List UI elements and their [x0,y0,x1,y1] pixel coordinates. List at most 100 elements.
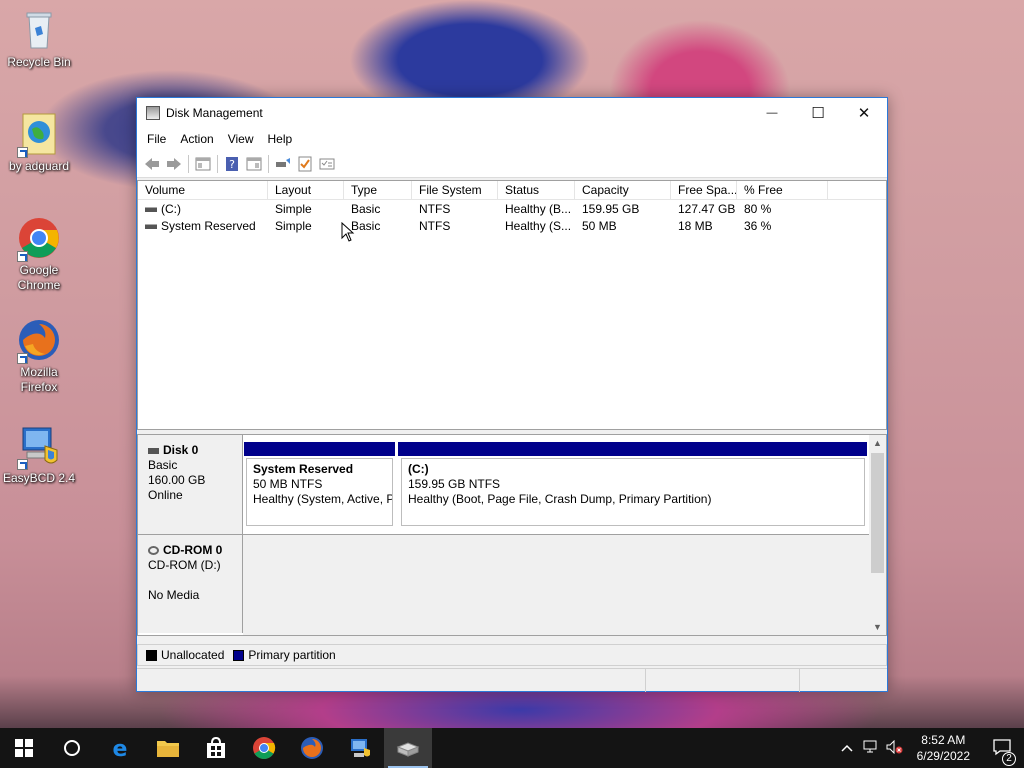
volume-icon [145,224,157,230]
taskbar-store[interactable] [192,728,240,768]
menu-bar: File Action View Help [137,128,887,150]
disk-0-name: Disk 0 [163,443,199,457]
cdrom-0-label[interactable]: CD-ROM 0 CD-ROM (D:) No Media [138,535,243,633]
clock-date: 6/29/2022 [916,749,970,763]
properties-list-icon[interactable] [316,153,338,175]
edge-icon: e [113,737,128,760]
column-header-layout[interactable]: Layout [268,181,344,199]
capacity-cell: 159.95 GB [582,202,640,216]
show-hide-console-tree-icon[interactable] [192,153,214,175]
back-arrow-icon[interactable] [141,153,163,175]
menu-action[interactable]: Action [173,132,220,146]
column-header-type[interactable]: Type [344,181,412,199]
minimize-button[interactable]: — [749,98,795,128]
column-header-status[interactable]: Status [498,181,575,199]
partition-name: (C:) [408,462,429,476]
partition-c[interactable]: (C:) 159.95 GB NTFS Healthy (Boot, Page … [401,458,865,526]
disk-management-icon [396,742,420,757]
desktop-icon-easybcd[interactable]: EasyBCD 2.4 [1,424,77,486]
desktop-icon-mozilla-firefox[interactable]: Mozilla Firefox [1,318,77,395]
taskbar-file-explorer[interactable] [144,728,192,768]
menu-file[interactable]: File [140,132,173,146]
column-header-empty [828,181,886,199]
file-system-cell: NTFS [419,202,451,216]
firefox-icon [17,318,61,364]
taskbar-easybcd[interactable] [336,728,384,768]
scroll-up-icon[interactable]: ▲ [869,435,886,451]
table-row[interactable]: System Reserved Simple Basic NTFS Health… [138,218,886,235]
taskbar-chrome[interactable] [240,728,288,768]
shortcut-arrow-icon [17,353,28,364]
partition-size: 50 MB NTFS [253,477,323,491]
shortcut-arrow-icon [17,251,28,262]
desktop-icon-label: Google Chrome [17,263,61,292]
layout-cell: Simple [275,202,312,216]
desktop-icon-label: Recycle Bin [7,55,71,69]
menu-help[interactable]: Help [261,132,300,146]
volume-name: (C:) [161,202,181,216]
disk-0-label[interactable]: Disk 0 Basic 160.00 GB Online [138,435,243,535]
toolbar-separator [268,154,269,173]
menu-view[interactable]: View [221,132,261,146]
help-icon[interactable]: ? [221,153,243,175]
show-hide-action-pane-icon[interactable] [243,153,265,175]
column-header-file-system[interactable]: File System [412,181,498,199]
desktop-icon-by-adguard[interactable]: by adguard [1,112,77,174]
toolbar: ? [137,150,887,178]
status-cell: Healthy (S... [505,219,572,233]
desktop-icon-label: EasyBCD 2.4 [2,471,76,485]
volume-muted-icon[interactable] [883,739,907,757]
chrome-icon [253,737,276,759]
partition-bar [398,442,867,456]
desktop-icon-recycle-bin[interactable]: Recycle Bin [1,8,77,70]
legend-swatch [233,649,245,661]
connect-disk-icon[interactable] [272,153,294,175]
partition-status: Healthy (System, Active, P [253,492,393,506]
disk-0-type: Basic [148,458,178,472]
svg-text:?: ? [229,158,235,171]
title-bar[interactable]: Disk Management — ☐ ✕ [137,98,887,128]
scroll-down-icon[interactable]: ▼ [869,619,886,635]
type-cell: Basic [351,202,381,216]
store-icon [207,737,225,758]
column-header-capacity[interactable]: Capacity [575,181,671,199]
volume-icon [145,207,157,213]
shortcut-arrow-icon [17,147,28,158]
maximize-button[interactable]: ☐ [795,98,841,128]
search-circle-icon [64,740,80,756]
partition-system-reserved[interactable]: System Reserved 50 MB NTFS Healthy (Syst… [246,458,393,526]
file-system-cell: NTFS [419,219,451,233]
show-hidden-icons-chevron-icon[interactable] [835,741,859,755]
volume-cell: System Reserved [138,218,268,235]
network-icon[interactable] [859,740,883,757]
percent-free-cell: 80 % [744,202,772,216]
search-button[interactable] [48,728,96,768]
action-center-icon[interactable]: 2 [980,738,1024,766]
recycle-bin-icon [17,8,61,52]
mouse-cursor-icon [341,221,355,245]
cdrom-icon [148,546,159,556]
properties-check-icon[interactable] [294,153,316,175]
desktop-icon-google-chrome[interactable]: Google Chrome [1,216,77,293]
cdrom-0-media: No Media [148,588,200,602]
forward-arrow-icon[interactable] [163,153,185,175]
disk-0-state: Online [148,488,183,502]
scrollbar-thumb[interactable] [871,453,884,573]
system-clock[interactable]: 8:52 AM 6/29/2022 [907,732,980,764]
column-header-free-space[interactable]: Free Spa... [671,181,737,199]
free-space-cell: 18 MB [678,219,713,233]
close-button[interactable]: ✕ [841,98,887,128]
legend-item-unallocated: Unallocated [146,648,224,662]
cdrom-0-area [243,535,871,635]
chrome-icon [17,216,61,262]
table-row[interactable]: (C:) Simple Basic NTFS Healthy (B... 159… [138,201,886,218]
easybcd-icon [17,424,61,470]
column-header-volume[interactable]: Volume [138,181,268,199]
start-button[interactable] [0,728,48,768]
taskbar-disk-management[interactable] [384,728,432,768]
taskbar-firefox[interactable] [288,728,336,768]
disk-map-scrollbar[interactable]: ▲ ▼ [869,435,886,635]
taskbar-edge[interactable]: e [96,728,144,768]
column-header-percent-free[interactable]: % Free [737,181,828,199]
volume-cell: (C:) [138,201,268,218]
